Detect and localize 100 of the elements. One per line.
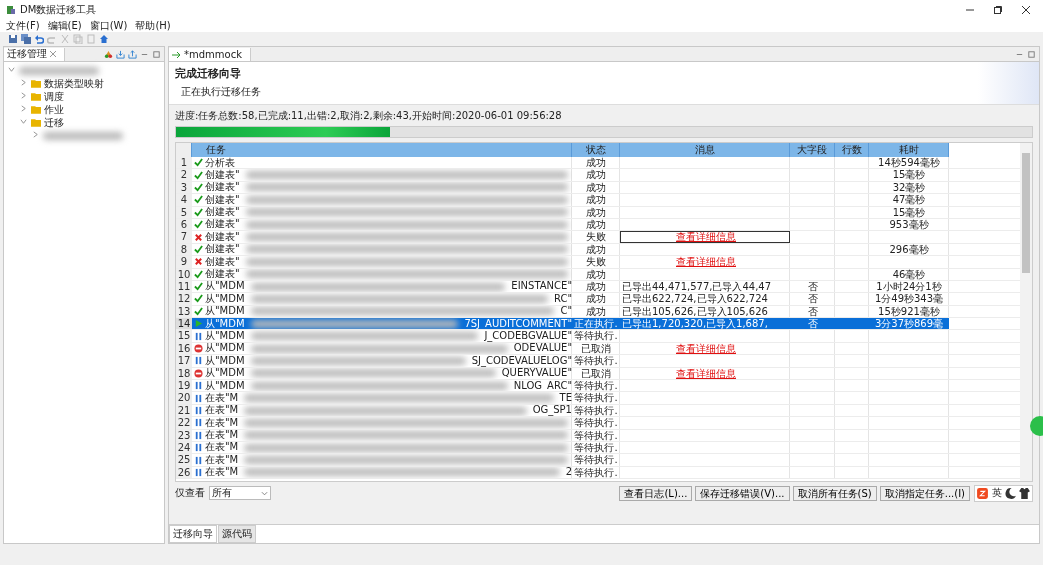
task-text: 在表"M	[205, 429, 239, 441]
row-number: 20	[176, 392, 192, 404]
task-text: 在表"M	[205, 417, 239, 429]
task-text: 从"MDM	[205, 293, 245, 305]
status-cell-text: 成功	[585, 243, 607, 256]
action-button[interactable]: 保存迁移错误(V)...	[695, 485, 790, 501]
language-mode[interactable]: 英	[990, 486, 1003, 500]
menu-item[interactable]: 文件(F)	[6, 19, 40, 33]
row-number: 19	[176, 380, 192, 392]
table-row[interactable]: 17 从"MDM SJ_CODEVALUELOG" 等待执行.	[176, 355, 1020, 368]
filter-select[interactable]: 所有	[209, 486, 271, 500]
status-cell-text: 成功	[585, 206, 607, 218]
table-row[interactable]: 1 分析表 成功 14秒594毫秒	[176, 157, 1020, 170]
table-cell: 否	[807, 318, 818, 330]
row-number: 10	[176, 268, 192, 280]
task-text: 在表"M	[205, 466, 239, 479]
table-row[interactable]: 12 从"MDM RC" 成功 已导出622,724,已导入622,724 否 1分49秒343毫	[176, 293, 1020, 306]
ime-toolbar[interactable]: 英	[974, 484, 1033, 502]
duration-text: 3分37秒869毫	[874, 318, 944, 330]
action-button[interactable]: 查看日志(L)...	[619, 485, 693, 501]
duration-text: 15秒921毫秒	[878, 305, 940, 317]
pause-icon	[194, 356, 203, 366]
column-header[interactable]: 耗时	[869, 143, 949, 157]
duration-text: 15毫秒	[892, 169, 926, 181]
colored-shapes-icon[interactable]	[104, 49, 113, 59]
details-link[interactable]: 查看详细信息	[676, 367, 736, 379]
table-row[interactable]: 19 从"MDM NLOG_ARC" 等待执行.	[176, 380, 1020, 393]
pause-icon	[194, 418, 203, 428]
task-text: C"	[560, 305, 572, 318]
table-row[interactable]: 25 在表"M 等待执行.	[176, 454, 1020, 467]
details-link[interactable]: 查看详细信息	[676, 342, 736, 354]
save-icon[interactable]	[8, 34, 18, 44]
task-text: 在表"M	[205, 454, 239, 466]
menu-item[interactable]: 窗口(W)	[89, 19, 128, 33]
row-number: 2	[176, 169, 192, 181]
task-text: 创建表"	[205, 218, 240, 231]
bottom-tab[interactable]: 迁移向导	[169, 525, 217, 543]
status-cell-text: 等待执行.	[573, 429, 619, 441]
task-text: RC"	[553, 293, 572, 305]
table-row[interactable]: 22 在表"M 等待执行.	[176, 417, 1020, 430]
action-button[interactable]: 取消所有任务(S)	[792, 485, 877, 501]
row-number: 12	[176, 293, 192, 305]
moon-icon[interactable]	[1004, 486, 1017, 500]
task-text: EINSTANCE"	[511, 280, 572, 293]
status-cell-text: 等待执行.	[573, 392, 619, 404]
column-header[interactable]: 消息	[620, 143, 790, 157]
import-icon[interactable]	[116, 49, 125, 59]
column-header[interactable]: 大字段	[790, 143, 835, 157]
table-row[interactable]: 15 从"MDM J_CODEBGVALUE" 等待执行.	[176, 330, 1020, 343]
table-row[interactable]: 7 创建表" 失败 查看详细信息	[176, 231, 1020, 244]
action-button[interactable]: 取消指定任务...(I)	[879, 485, 970, 501]
corner-header[interactable]	[176, 143, 192, 157]
copy-icon[interactable]	[73, 34, 83, 44]
home-icon[interactable]	[99, 34, 109, 44]
table-row[interactable]: 9 创建表" 失败 查看详细信息	[176, 256, 1020, 269]
panel-tab[interactable]: 迁移管理	[4, 47, 65, 61]
column-header[interactable]: 行数	[835, 143, 869, 157]
status-cell-text: 失败	[585, 256, 607, 268]
progress-text: 进度:任务总数:58,已完成:11,出错:2,取消:2,剩余:43,开始时间:2020-06-01 09:56:28	[175, 109, 563, 123]
tree-item[interactable]: 数据类型映射	[44, 76, 104, 91]
undo-icon[interactable]	[34, 34, 44, 44]
table-row[interactable]: 20 在表"M TE 等待执行.	[176, 392, 1020, 405]
pause-icon	[194, 393, 203, 403]
export-icon[interactable]	[128, 49, 137, 59]
scrollbar[interactable]	[1020, 143, 1032, 481]
task-text: 在表"M	[205, 404, 239, 417]
cut-icon[interactable]	[60, 34, 70, 44]
close-icon[interactable]	[1021, 5, 1031, 15]
details-link[interactable]: 查看详细信息	[676, 256, 736, 268]
tree-item[interactable]: 迁移	[44, 115, 64, 130]
app-icon	[6, 5, 16, 15]
status-cell-text: 成功	[585, 218, 607, 231]
column-header[interactable]: 状态	[572, 143, 620, 157]
status-cell-text: 等待执行.	[573, 417, 619, 429]
maximize-icon[interactable]	[993, 5, 1003, 15]
status-cell-text: 等待执行.	[573, 330, 619, 342]
row-number: 23	[176, 429, 192, 441]
bottom-tab[interactable]: 源代码	[218, 525, 256, 543]
column-header[interactable]: 任务	[192, 143, 572, 157]
tree-item[interactable]: 作业	[44, 102, 64, 117]
status-cell-text: 已取消	[580, 342, 612, 355]
table-row[interactable]: 2 创建表" 成功 15毫秒	[176, 169, 1020, 182]
details-link[interactable]: 查看详细信息	[676, 231, 736, 243]
status-cell-text: 成功	[585, 181, 607, 194]
table-row[interactable]: 4 创建表" 成功 47毫秒	[176, 194, 1020, 207]
task-text: QUERYVALUE"	[501, 367, 572, 380]
task-text: 从"MDM	[205, 342, 245, 355]
menu-item[interactable]: 帮助(H)	[135, 19, 171, 33]
tree-item[interactable]: 调度	[44, 89, 64, 104]
shirt-icon[interactable]	[1018, 486, 1031, 500]
check-icon	[194, 244, 203, 254]
menu-item[interactable]: 编辑(E)	[47, 19, 82, 33]
editor-tab[interactable]: *mdmmock	[169, 47, 251, 61]
selected-row[interactable]: 14 从"MDM 7SJ_AUDITCOMMENT" 正在执行. 已导出1,720,320,已导入1,687, 否 3分37秒869毫	[176, 318, 1020, 331]
focused-cell[interactable]: 查看详细信息	[620, 231, 790, 243]
task-text: 2	[565, 466, 572, 479]
save-all-icon[interactable]	[21, 34, 31, 44]
pause-icon	[194, 455, 203, 465]
input-method-icon[interactable]	[976, 486, 989, 500]
cross-icon	[194, 257, 203, 267]
